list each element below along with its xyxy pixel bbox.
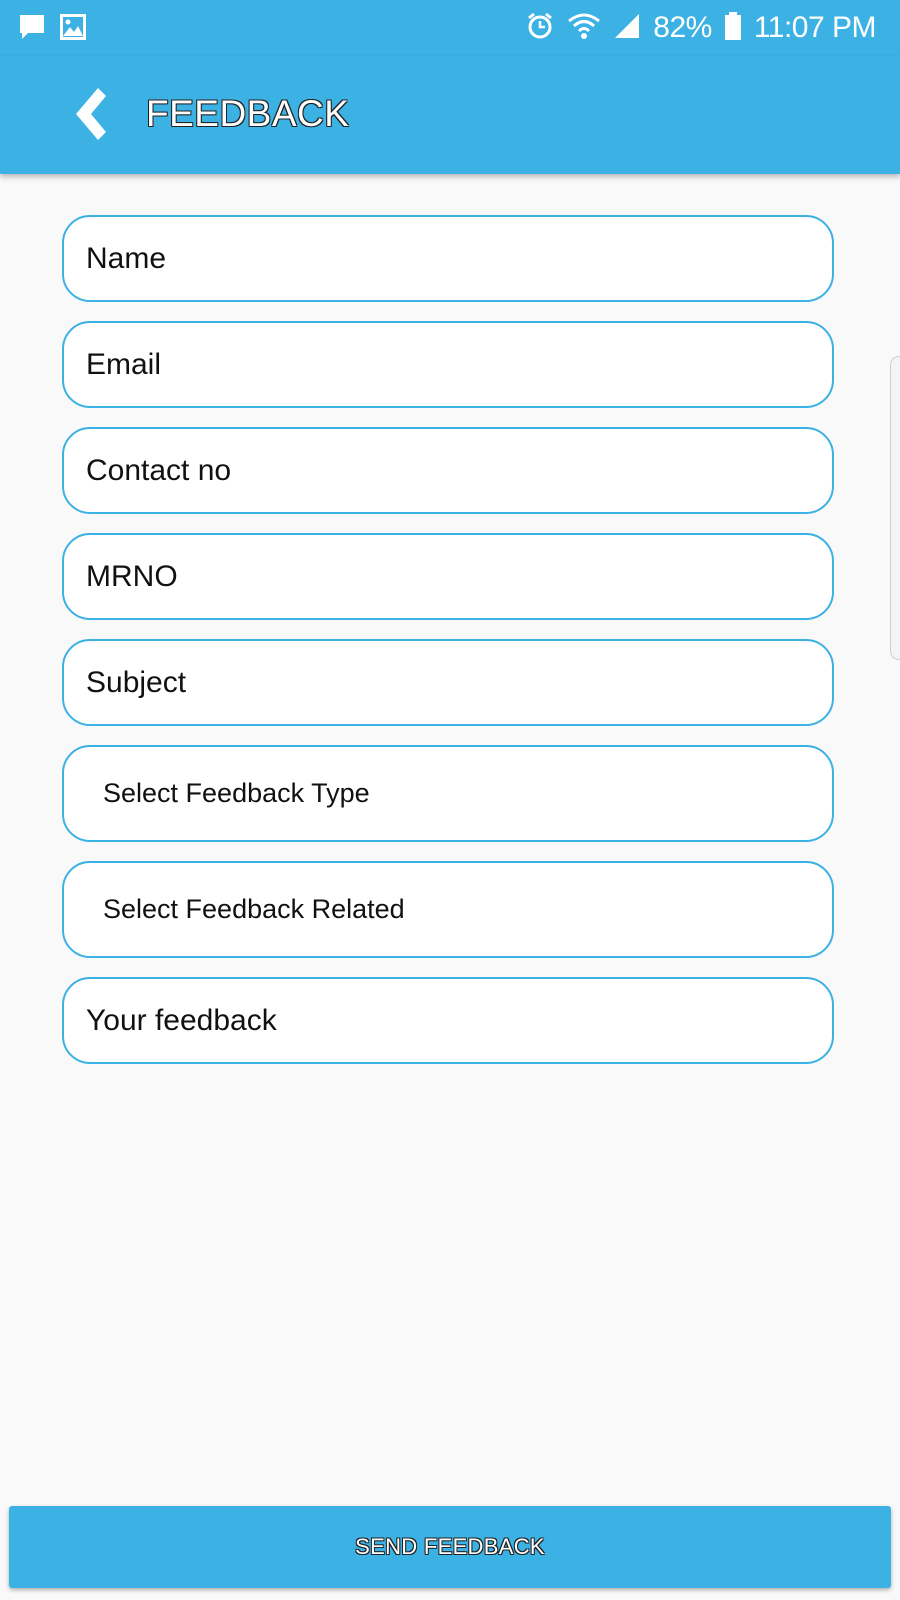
contact-placeholder: Contact no [86,453,232,487]
email-placeholder: Email [86,347,162,381]
name-placeholder: Name [86,241,167,275]
email-field[interactable]: Email [62,321,834,408]
feedback-placeholder: Your feedback [86,1003,277,1037]
feedback-field[interactable]: Your feedback [62,977,834,1064]
battery-percent: 82% [653,11,712,44]
status-right-icons: 82% 11:07 PM [525,8,877,48]
edge-panel-handle[interactable] [890,356,900,660]
subject-placeholder: Subject [86,665,187,699]
feedback-type-select[interactable]: Select Feedback Type [62,745,834,842]
feedback-related-label: Select Feedback Related [103,894,405,924]
page-title: FEEDBACK [146,93,350,134]
send-feedback-button[interactable]: SEND FEEDBACK [9,1506,891,1588]
back-button[interactable] [68,86,114,142]
back-chevron-icon [76,88,106,140]
alarm-icon [525,11,555,46]
clock: 11:07 PM [753,11,877,44]
contact-field[interactable]: Contact no [62,427,834,514]
subject-field[interactable]: Subject [62,639,834,726]
mrno-placeholder: MRNO [86,559,178,593]
mrno-field[interactable]: MRNO [62,533,834,620]
status-left-icons [18,13,86,46]
image-icon [60,14,86,45]
app-bar: FEEDBACK [0,56,900,174]
signal-icon [613,12,641,45]
feedback-type-label: Select Feedback Type [103,778,370,808]
wifi-icon [567,11,601,46]
send-feedback-label: SEND FEEDBACK [355,1534,545,1559]
name-field[interactable]: Name [62,215,834,302]
message-icon [18,13,46,46]
status-bar: 82% 11:07 PM [0,0,900,56]
battery-icon [724,11,742,46]
feedback-related-select[interactable]: Select Feedback Related [62,861,834,958]
